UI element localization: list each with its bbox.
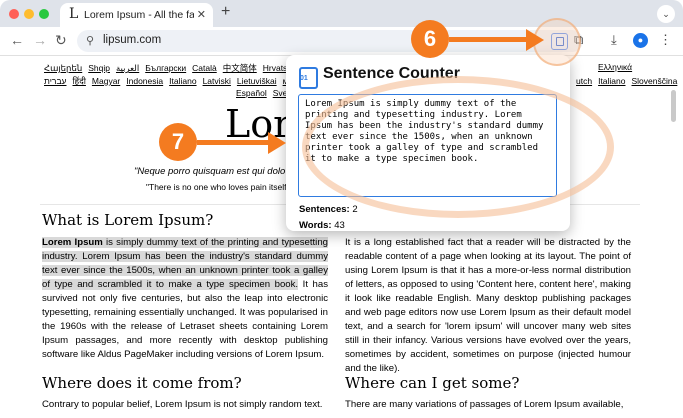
heading-what: What is Lorem Ipsum?: [42, 211, 214, 229]
language-link-r1-1[interactable]: Shqip: [88, 63, 110, 73]
site-info-icon[interactable]: ⚲: [86, 34, 94, 47]
tab-search-icon[interactable]: ⌄: [657, 5, 675, 23]
tab-title: Lorem Ipsum - All the facts - Lipsum: [84, 9, 194, 21]
language-link-r3-0[interactable]: Español: [236, 88, 267, 98]
language-link-r1-4[interactable]: Català: [192, 63, 217, 73]
language-link-r2-2[interactable]: Magyar: [92, 76, 120, 86]
words-label: Words:: [299, 220, 332, 231]
language-link-r2-right-2[interactable]: Slovenščina: [632, 76, 678, 86]
paragraph-where-get: There are many variations of passages of…: [345, 399, 624, 410]
scrollbar[interactable]: [671, 90, 676, 122]
language-link-r1-2[interactable]: العربية: [116, 63, 139, 73]
step-badge-6: 6: [411, 20, 449, 58]
language-link-r2-6[interactable]: Lietuviškai: [237, 76, 277, 86]
language-link-r2-right-0[interactable]: utch: [576, 76, 592, 86]
step-badge-7: 7: [159, 123, 197, 161]
words-value: 43: [334, 220, 345, 231]
forward-icon[interactable]: →: [33, 32, 47, 48]
language-link-r1-right-0[interactable]: Ελληνικά: [598, 62, 632, 72]
step-arrow-7: [197, 140, 269, 145]
new-tab-icon[interactable]: +: [221, 3, 230, 21]
paragraph-what-rest: It has survived not only five centuries,…: [42, 279, 328, 360]
tab-bar: L Lorem Ipsum - All the facts - Lipsum ✕…: [0, 0, 683, 27]
language-link-r2-right-1[interactable]: Italiano: [598, 76, 625, 86]
paragraph-where-from: Contrary to popular belief, Lorem Ipsum …: [42, 399, 323, 410]
language-links-row2-right: utch Italiano Slovenščina: [576, 76, 683, 86]
browser-window: L Lorem Ipsum - All the facts - Lipsum ✕…: [0, 0, 683, 418]
language-link-r2-5[interactable]: Latviski: [203, 76, 231, 86]
browser-tab[interactable]: L Lorem Ipsum - All the facts - Lipsum ✕: [60, 3, 213, 27]
language-link-r1-3[interactable]: Български: [145, 63, 186, 73]
highlight-ring-7: [302, 76, 614, 218]
language-link-r1-0[interactable]: Հայերեն: [44, 63, 82, 73]
lipsum-favicon-icon: L: [69, 6, 79, 22]
language-link-r2-0[interactable]: עברית: [44, 76, 66, 86]
step-arrowhead-7: [268, 132, 286, 154]
sentences-value: 2: [352, 204, 358, 215]
menu-icon[interactable]: ⋮: [659, 32, 672, 48]
sentences-label: Sentences:: [299, 204, 350, 215]
step-arrowhead-6: [526, 29, 544, 51]
back-icon[interactable]: ←: [10, 32, 24, 48]
lorem-bold: Lorem Ipsum: [42, 237, 103, 248]
language-links-row2: עברית हिंदी Magyar Indonesia Italiano Latvisk…: [44, 76, 317, 87]
word-count: Words: 43: [299, 220, 345, 231]
language-link-r2-3[interactable]: Indonesia: [126, 76, 163, 86]
maximize-window-button[interactable]: [39, 9, 49, 19]
language-link-r2-4[interactable]: Italiano: [169, 76, 196, 86]
reload-icon[interactable]: ↻: [55, 32, 67, 49]
close-tab-icon[interactable]: ✕: [197, 8, 206, 21]
step-arrow-6: [449, 37, 527, 42]
url-text[interactable]: lipsum.com: [103, 34, 161, 46]
sentence-count: Sentences: 2: [299, 204, 358, 215]
english-quote: "There is no one who loves pain itself, …: [146, 182, 298, 192]
heading-where-get: Where can I get some?: [345, 374, 520, 392]
latin-quote: "Neque porro quisquam est qui dolo: [134, 166, 286, 177]
language-links-row1-right: Ελληνικά: [598, 62, 638, 72]
language-link-r1-5[interactable]: 中文简体: [223, 63, 257, 73]
minimize-window-button[interactable]: [24, 9, 34, 19]
language-link-r2-1[interactable]: हिंदी: [72, 76, 85, 86]
paragraph-what: Lorem Ipsum is simply dummy text of the …: [42, 236, 328, 362]
download-icon[interactable]: ⤓: [611, 32, 617, 48]
close-window-button[interactable]: [9, 9, 19, 19]
paragraph-why: It is a long established fact that a rea…: [345, 237, 631, 374]
counter-logo-label: 01: [300, 75, 308, 82]
profile-icon[interactable]: ●: [633, 33, 648, 48]
heading-where-from: Where does it come from?: [42, 374, 242, 392]
